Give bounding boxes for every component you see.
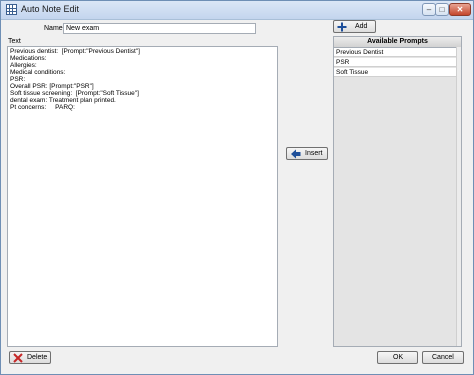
plus-icon — [337, 22, 347, 32]
app-icon — [6, 4, 17, 15]
text-line: Pt concerns: PARQ: — [10, 104, 75, 111]
text-line: Medical conditions: — [10, 69, 66, 76]
prompt-item-previous-dentist[interactable]: Previous Dentist — [334, 48, 456, 57]
cancel-button[interactable]: Cancel — [422, 351, 464, 364]
add-button-label: Add — [355, 23, 368, 30]
ok-button[interactable]: OK — [377, 351, 418, 364]
text-line: PSR: — [10, 76, 26, 83]
text-line: Soft tissue screening: [Prompt:"Soft Tis… — [10, 90, 139, 97]
prompt-item-soft-tissue[interactable]: Soft Tissue — [334, 68, 456, 77]
name-input[interactable] — [63, 23, 256, 34]
text-line: Allergies: — [10, 62, 37, 69]
delete-button[interactable]: Delete — [9, 351, 51, 364]
note-text-area[interactable]: Previous dentist: [Prompt:"Previous Dent… — [7, 46, 278, 347]
prompts-scrollbar[interactable] — [456, 47, 461, 346]
cancel-button-label: Cancel — [432, 354, 454, 361]
text-line: dental exam: Treatment plan printed. — [10, 97, 116, 104]
text-label: Text — [8, 38, 21, 45]
title-bar[interactable]: Auto Note Edit – □ ✕ — [1, 1, 473, 20]
minimize-button[interactable]: – — [422, 3, 436, 16]
text-line: Medications: — [10, 55, 47, 62]
insert-button[interactable]: Insert — [286, 147, 328, 160]
delete-button-label: Delete — [27, 354, 48, 361]
ok-button-label: OK — [393, 354, 404, 361]
add-button[interactable]: Add — [333, 20, 376, 33]
delete-x-icon — [13, 353, 23, 363]
window-title: Auto Note Edit — [21, 4, 80, 14]
name-label: Name — [44, 25, 63, 32]
text-line: Overall PSR: [Prompt:"PSR"] — [10, 83, 94, 90]
auto-note-edit-window: Auto Note Edit – □ ✕ Name Text Previous … — [0, 0, 474, 375]
close-button[interactable]: ✕ — [449, 3, 471, 16]
maximize-button[interactable]: □ — [435, 3, 449, 16]
available-prompts-header: Available Prompts — [334, 37, 461, 48]
available-prompts-list[interactable]: Available Prompts Previous Dentist PSR S… — [333, 36, 462, 347]
text-line: Previous dentist: [Prompt:"Previous Dent… — [10, 48, 140, 55]
prompt-item-psr[interactable]: PSR — [334, 58, 456, 67]
arrow-left-icon — [291, 149, 301, 159]
insert-button-label: Insert — [305, 150, 323, 157]
